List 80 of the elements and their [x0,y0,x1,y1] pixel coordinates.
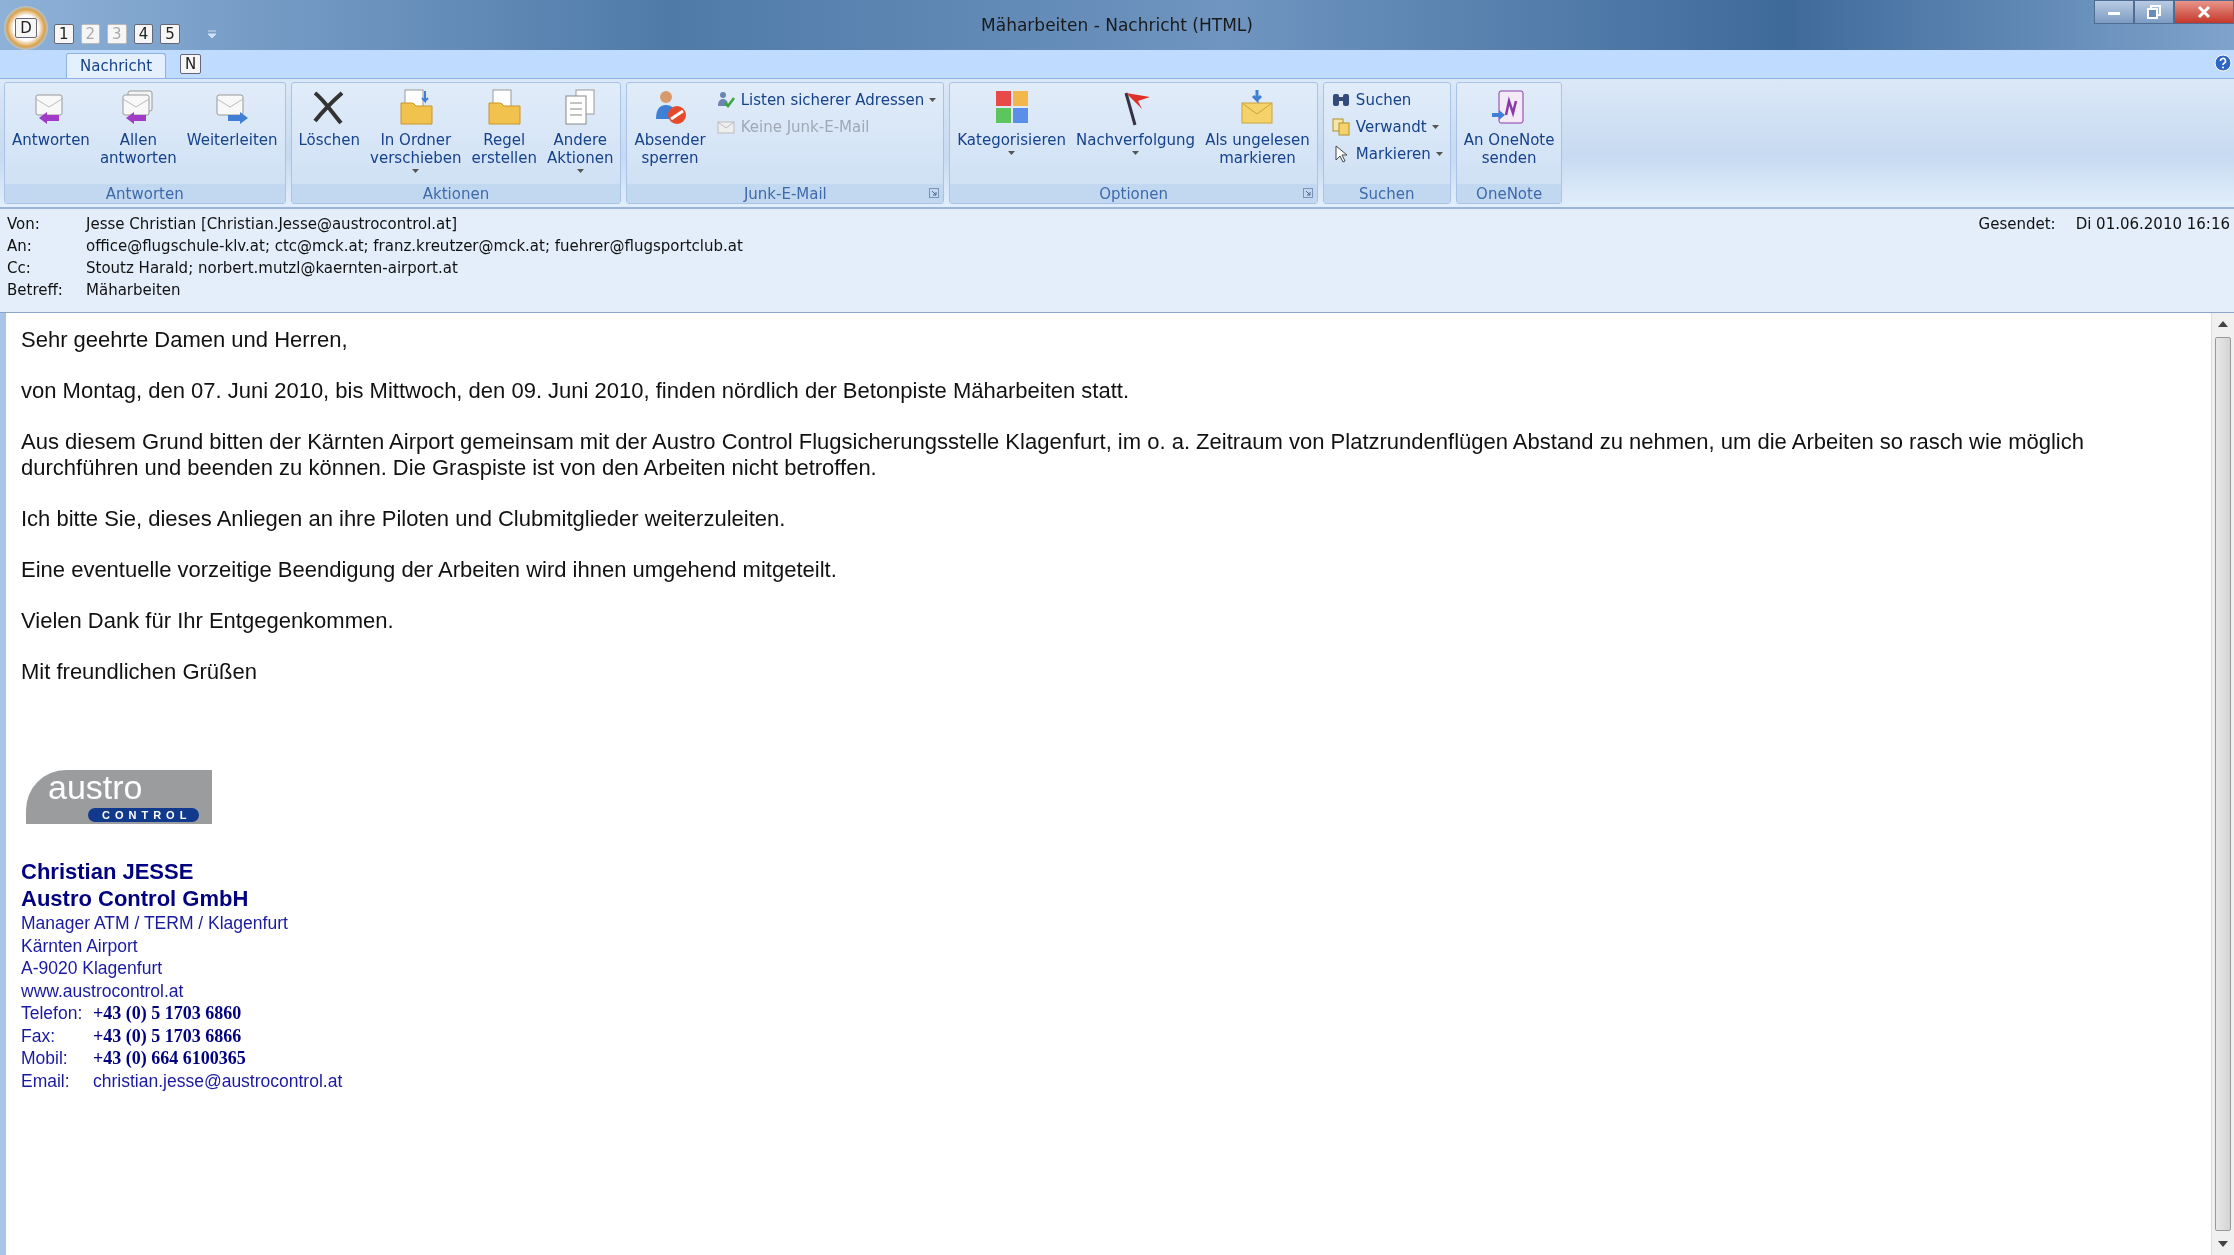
key-tip: D [15,18,37,38]
ribbon-button[interactable]: Kategorisieren [953,85,1070,182]
ribbon-button[interactable]: Andere Aktionen [543,85,618,182]
key-tip[interactable]: 1 [54,24,74,44]
caret-icon [1008,151,1016,155]
signature-heading: Christian JESSE [21,858,195,885]
documents-icon [1330,117,1351,137]
ribbon-button[interactable]: Löschen [294,85,365,182]
key-tip[interactable]: 4 [133,24,154,44]
body-paragraph: Vielen Dank für Ihr Entgegenkommen. [21,608,395,634]
signature-heading: Austro Control GmbH [21,885,250,912]
close-icon [2196,4,2212,20]
signature-line: Manager ATM / TERM / Klagenfurt [21,912,289,935]
caret-icon [1435,152,1443,156]
body-paragraph: Mit freundlichen Grüßen [21,659,258,685]
ribbon-button[interactable]: Nachverfolgung [1072,85,1200,182]
contact-label: Fax: [21,1024,57,1047]
key-tip: N [180,54,202,74]
minimize-button[interactable] [2094,0,2134,24]
signature-line: Kärnten Airport [21,934,139,957]
contact-label: Telefon: [21,1002,84,1025]
field-value: office@flugschule-klv.at; ctc@mck.at; franz.kreutzer@mck.at; fuehrer@flugsportclub.at [86,237,743,255]
ribbon-button[interactable]: Suchen [1326,89,1447,111]
restore-button[interactable] [2134,0,2174,24]
body-paragraph: Sehr geehrte Damen und Herren, [21,327,349,353]
body-paragraph: Ich bitte Sie, dieses Anliegen an ihre Piloten und Clubmitglieder weiterzuleiten. [21,506,787,532]
help-icon[interactable] [2214,54,2232,72]
field-label: Von: [7,215,41,233]
signature-line: www.austrocontrol.at [21,979,185,1002]
field-value: Jesse Christian [Christian.Jesse@austrocontrol.at] [86,215,458,233]
signature-line: A-9020 Klagenfurt [21,957,164,980]
ribbon-button[interactable]: Weiterleiten [182,85,282,182]
contact-label: Mobil: [21,1047,69,1070]
caret-icon [576,169,584,173]
caret-icon [412,169,420,173]
field-label: Cc: [7,259,32,277]
ribbon-button[interactable]: Verwandt [1326,116,1447,138]
people-check-icon [715,90,736,110]
key-tip[interactable]: 5 [160,24,180,44]
contact-label: Email: [21,1069,71,1092]
vertical-scrollbar[interactable] [2211,313,2234,1255]
dialog-launcher-icon[interactable] [929,188,940,198]
dialog-launcher-icon[interactable] [1302,188,1313,198]
office-button[interactable]: D [4,6,48,50]
body-paragraph: Eine eventuelle vorzeitige Beendigung der Arbeiten wird ihnen umgehend mitgeteilt. [21,557,838,583]
group-label: Aktionen [422,184,490,203]
field-value: Mäharbeiten [86,281,181,299]
body-paragraph: Aus diesem Grund bitten der Kärnten Airport gemeinsam mit der Austro Control Flugsicherungsstelle Klagenfurt, im o. a. Zeitraum von Platzrundenflügen Abstand zu nehmen, um die Arbeiten so rasch wie möglich durchführen und beenden zu können. Die Graspiste ist von den Arbeiten nicht betroffen. [21,429,2085,481]
body-paragraph: von Montag, den 07. Juni 2010, bis Mittwoch, den 09. Juni 2010, finden nördlich der Betonpiste Mäharbeiten statt. [21,378,1131,404]
field-label: Betreff: [7,281,64,299]
group-label: Suchen [1359,184,1415,203]
field-label: Gesendet: [1978,215,2056,233]
ribbon-button[interactable]: Antworten [8,85,94,182]
ribbon-tab[interactable]: Nachricht [66,53,167,78]
window-title: Mäharbeiten - Nachricht (HTML) [981,15,1253,35]
ribbon-button[interactable]: In Ordner verschieben [366,85,466,182]
ribbon-button[interactable]: An OneNote senden [1459,85,1559,182]
ribbon-button[interactable]: Regel erstellen [467,85,541,182]
ribbon-button[interactable]: Listen sicherer Adressen [711,89,941,111]
group-label: OneNote [1476,184,1543,203]
restore-icon [2146,4,2162,20]
field-value: Stoutz Harald; norbert.mutzl@kaernten-airport.at [86,259,458,277]
field-value: Di 01.06.2010 16:16 [2075,215,2230,233]
caret-icon [1431,125,1439,129]
contact-value: +43 (0) 664 6100365 [93,1048,246,1068]
contact-value: +43 (0) 5 1703 6860 [93,1003,242,1023]
ribbon-button[interactable]: Allen antworten [95,85,181,182]
field-label: An: [7,237,33,255]
ribbon-button[interactable]: Markieren [1326,143,1447,165]
ribbon-button[interactable]: Absender sperren [630,85,710,182]
caret-icon [1132,151,1140,155]
close-button[interactable] [2174,0,2234,24]
caret-icon [929,98,937,102]
contact-value: christian.jesse@austrocontrol.at [93,1070,343,1091]
group-label: Antworten [105,184,184,203]
group-label: Optionen [1099,184,1168,203]
company-logo: austro CONTROL [26,770,212,824]
contact-value: +43 (0) 5 1703 6866 [93,1025,242,1046]
group-label: Junk-E-Mail [743,184,827,203]
ribbon-button[interactable]: Als ungelesen markieren [1201,85,1314,182]
